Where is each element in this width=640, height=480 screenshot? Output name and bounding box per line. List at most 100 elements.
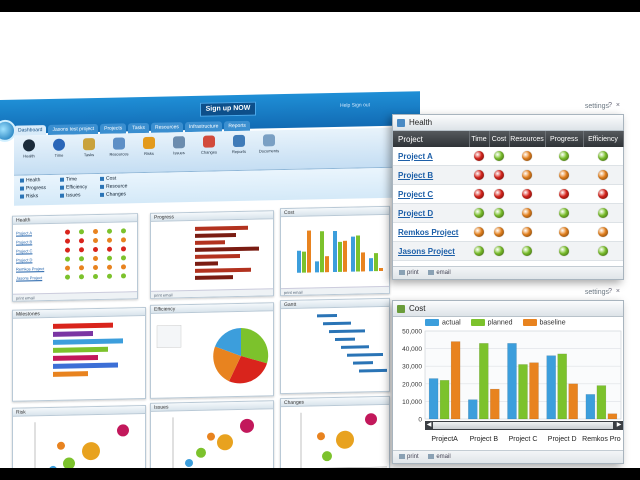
- project-link[interactable]: Jasons Project: [393, 241, 469, 261]
- mini-project-link[interactable]: Project C: [16, 248, 32, 253]
- tab-resources[interactable]: Resources: [151, 122, 183, 133]
- mini-progress-bar: [195, 246, 259, 252]
- health-row[interactable]: Remkos Project: [393, 222, 623, 242]
- health-settings-link[interactable]: settings: [585, 103, 609, 110]
- cost-bar-baseline[interactable]: [529, 362, 539, 420]
- mini-project-link[interactable]: Remkos Project: [16, 266, 44, 272]
- tab-reports[interactable]: Reports: [224, 120, 250, 132]
- cost-bar-planned[interactable]: [518, 364, 528, 420]
- column-header-project[interactable]: Project: [393, 131, 470, 147]
- health-print-button[interactable]: print: [399, 269, 419, 276]
- tab-projects[interactable]: Projects: [100, 123, 127, 134]
- widget-gantt[interactable]: Gantt: [280, 297, 390, 395]
- column-header-time[interactable]: Time: [469, 131, 490, 147]
- scrollbar-thumb[interactable]: [433, 422, 613, 429]
- mini-status-dot-icon: [93, 255, 98, 262]
- cost-bar-actual[interactable]: [507, 343, 517, 420]
- health-row[interactable]: Project D: [393, 203, 623, 223]
- cost-bar-actual[interactable]: [468, 399, 478, 420]
- mini-project-link[interactable]: Project D: [16, 257, 32, 262]
- widget-milestones[interactable]: Milestones: [12, 306, 146, 402]
- cost-bar-baseline[interactable]: [568, 383, 578, 420]
- widget-changes[interactable]: Changes: [280, 395, 390, 468]
- widget-footer[interactable]: print email: [151, 288, 273, 298]
- mini-milestone-bar: [53, 338, 123, 345]
- mini-project-link[interactable]: Project A: [16, 230, 32, 235]
- quick-link-progress[interactable]: Progress: [20, 185, 46, 192]
- cost-bar-planned[interactable]: [596, 385, 607, 420]
- cost-bar-planned[interactable]: [439, 380, 450, 420]
- ribbon-reports-button[interactable]: Reports: [228, 134, 250, 161]
- quick-link-efficiency[interactable]: Efficiency: [60, 184, 87, 191]
- cost-bar-planned[interactable]: [557, 353, 567, 420]
- cost-bar-baseline[interactable]: [450, 341, 461, 420]
- cost-settings-link[interactable]: settings: [585, 289, 609, 296]
- quick-link-changes[interactable]: Changes: [100, 191, 126, 198]
- cost-bar-actual[interactable]: [585, 394, 596, 420]
- project-link[interactable]: Project C: [393, 184, 469, 204]
- health-row[interactable]: Jasons Project: [393, 241, 623, 261]
- cost-panel[interactable]: settings ? × Cost actual planned baselin…: [392, 288, 624, 464]
- tab-tasks[interactable]: Tasks: [128, 122, 149, 134]
- mini-status-dot-icon: [79, 256, 84, 262]
- widget-footer[interactable]: print email: [13, 291, 137, 301]
- cost-print-button[interactable]: print: [399, 453, 419, 460]
- project-link[interactable]: Project A: [393, 147, 469, 166]
- project-link[interactable]: Remkos Project: [393, 222, 469, 242]
- top-links[interactable]: Help Sign out: [340, 102, 370, 109]
- orange-status-indicator-icon: [522, 169, 532, 180]
- quick-link-cost[interactable]: Cost: [100, 176, 116, 182]
- mini-progress-bar: [195, 267, 252, 273]
- health-row[interactable]: Project B: [393, 165, 623, 185]
- widget-progress[interactable]: Progress print email: [150, 210, 274, 299]
- ribbon-time-button[interactable]: Time: [48, 138, 70, 165]
- tab-dashboard[interactable]: Dashboard: [14, 125, 47, 136]
- cost-bar-actual[interactable]: [428, 378, 439, 420]
- quick-link-time[interactable]: Time: [60, 176, 77, 182]
- quick-link-resource[interactable]: Resource: [100, 183, 127, 190]
- y-tick-label: 10,000: [402, 399, 422, 406]
- health-email-button[interactable]: email: [428, 269, 451, 276]
- cost-window-controls[interactable]: ? ×: [608, 288, 621, 295]
- widget-cost-mini[interactable]: Cost print email: [280, 205, 390, 297]
- column-header-cost[interactable]: Cost: [489, 131, 510, 147]
- cost-bar-planned[interactable]: [479, 343, 489, 420]
- cost-email-button[interactable]: email: [428, 453, 451, 460]
- widget-issues[interactable]: Issues: [150, 400, 274, 468]
- column-header-resources[interactable]: Resources: [509, 131, 546, 147]
- health-row[interactable]: Project A: [393, 147, 623, 166]
- cost-bar-actual[interactable]: [546, 355, 556, 420]
- widget-efficiency[interactable]: Efficiency: [150, 302, 274, 399]
- project-link[interactable]: Project B: [393, 165, 469, 185]
- mini-project-link[interactable]: Project B: [16, 239, 32, 244]
- ribbon-tasks-button[interactable]: Tasks: [78, 138, 100, 164]
- mini-progress-bar: [195, 233, 237, 238]
- status-cell: [509, 165, 545, 185]
- cost-bar-baseline[interactable]: [490, 388, 500, 420]
- project-link[interactable]: Project D: [393, 203, 469, 223]
- widget-footer[interactable]: print email: [281, 285, 389, 296]
- ribbon-resources-button[interactable]: Resources: [108, 137, 130, 163]
- ribbon-documents-button[interactable]: Documents: [258, 134, 280, 160]
- column-header-progress[interactable]: Progress: [545, 131, 584, 147]
- health-row[interactable]: Project C: [393, 184, 623, 204]
- quick-link-health[interactable]: Health: [20, 177, 40, 183]
- health-window-controls[interactable]: ? ×: [608, 102, 621, 109]
- ribbon-risks-button[interactable]: Risks: [138, 136, 160, 163]
- quick-link-issues[interactable]: Issues: [60, 192, 80, 198]
- ribbon-changes-button[interactable]: Changes: [198, 135, 220, 161]
- ribbon-health-button[interactable]: Health: [18, 139, 40, 165]
- mini-project-link[interactable]: Jasons Project: [16, 275, 42, 281]
- mini-status-dot-icon: [79, 265, 84, 271]
- sign-up-button[interactable]: Sign up NOW: [200, 101, 256, 117]
- chart-range-scrollbar[interactable]: ◀ ▶: [425, 421, 623, 430]
- quick-link-risks[interactable]: Risks: [20, 193, 38, 199]
- widget-health[interactable]: Health Project A Project B Project C Projec…: [12, 213, 138, 302]
- cost-bar-baseline[interactable]: [607, 413, 618, 420]
- scroll-left-arrow-icon[interactable]: ◀: [425, 421, 433, 430]
- widget-risk[interactable]: Risk: [12, 404, 146, 468]
- health-panel[interactable]: settings ? × Health Project Time Cost Re…: [392, 102, 624, 280]
- scroll-right-arrow-icon[interactable]: ▶: [615, 421, 623, 430]
- ribbon-issues-button[interactable]: Issues: [168, 136, 190, 162]
- column-header-efficiency[interactable]: Efficiency: [583, 131, 624, 147]
